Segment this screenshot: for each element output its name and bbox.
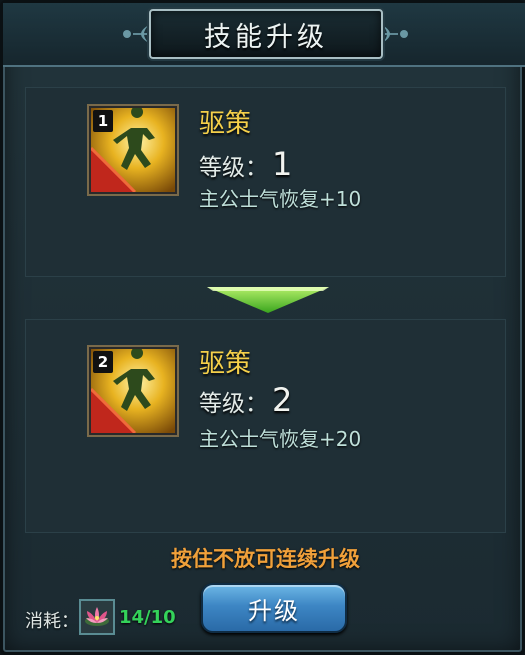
skill-upgrade-dialog: 技能升级 1 驱策 等级： 1 主公士气恢复+10 2 驱策 等级： 2 主公士… <box>0 0 525 655</box>
dialog-title: 技能升级 <box>204 21 328 53</box>
level-label: 等级： <box>199 155 268 181</box>
title-bar: 技能升级 <box>3 3 525 67</box>
level-value: 2 <box>272 381 293 419</box>
skill-level-badge: 1 <box>93 110 113 132</box>
hold-to-upgrade-hint: 按住不放可连续升级 <box>171 547 360 571</box>
skill-effect: 主公士气恢复+20 <box>199 427 362 451</box>
lotus-flower-icon <box>79 599 115 635</box>
level-row: 等级： 1 <box>199 145 292 183</box>
level-row: 等级： 2 <box>199 381 292 419</box>
running-figure-skill-icon: 2 <box>87 345 179 437</box>
skill-name: 驱策 <box>199 349 252 379</box>
upgrade-button-label: 升级 <box>248 596 300 625</box>
level-label: 等级： <box>199 391 268 417</box>
upgrade-button[interactable]: 升级 <box>201 583 347 633</box>
level-value: 1 <box>272 145 293 183</box>
down-arrow-icon <box>207 287 329 313</box>
title-plaque: 技能升级 <box>149 9 383 59</box>
skill-level-badge: 2 <box>93 351 113 373</box>
skill-name: 驱策 <box>199 109 252 139</box>
skill-effect: 主公士气恢复+10 <box>199 187 362 211</box>
cost-label: 消耗： <box>25 611 79 632</box>
running-figure-skill-icon: 1 <box>87 104 179 196</box>
cost-count: 14/10 <box>119 607 176 628</box>
